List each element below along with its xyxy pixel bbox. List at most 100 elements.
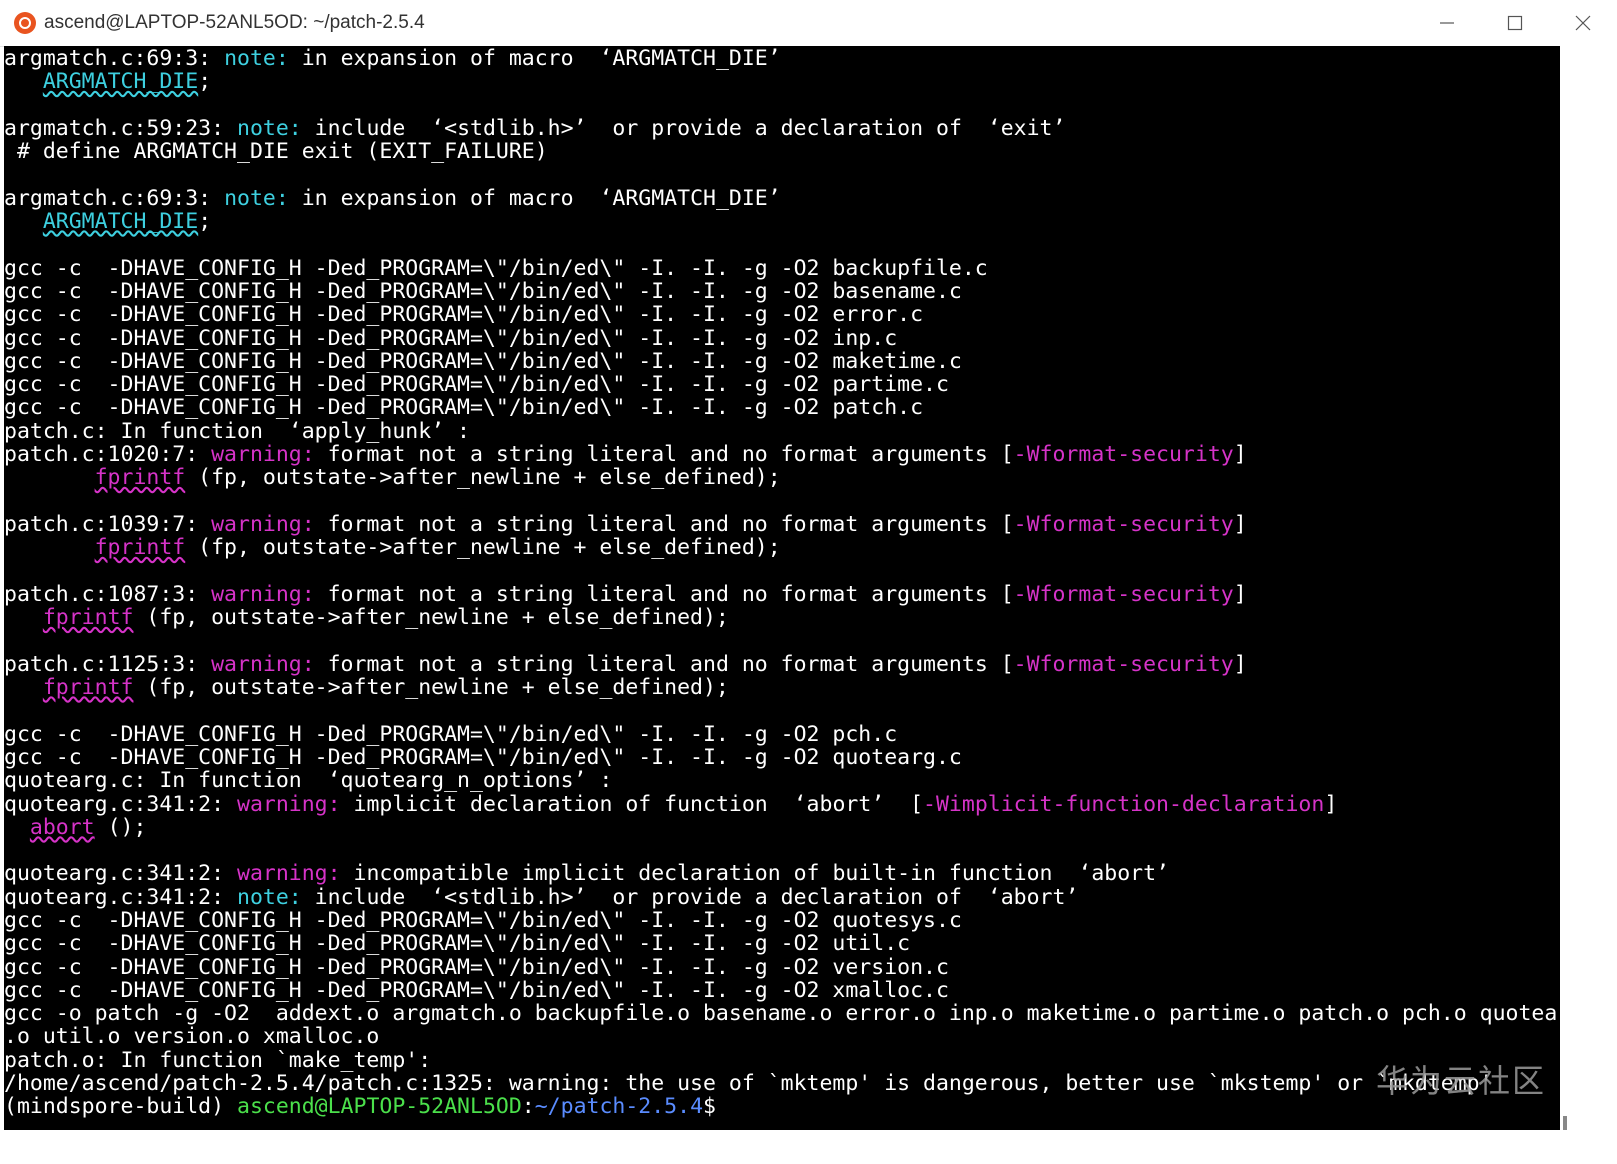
terminal-text-segment: format not a string literal and no forma… [314,581,1014,607]
terminal-text-segment: gcc -c -DHAVE_CONFIG_H -Ded_PROGRAM=\"/b… [4,744,962,770]
terminal-line: gcc -c -DHAVE_CONFIG_H -Ded_PROGRAM=\"/b… [4,954,1560,980]
terminal-text-segment: fprintf [94,535,186,561]
watermark-text: 华为云社区 [1376,1062,1547,1100]
terminal-text-segment: gcc -c -DHAVE_CONFIG_H -Ded_PROGRAM=\"/b… [4,954,949,980]
terminal-text-segment: ] [1233,581,1247,607]
terminal-text-segment: gcc -c -DHAVE_CONFIG_H -Ded_PROGRAM=\"/b… [4,931,911,957]
terminal-text-segment: -Wformat-security [1013,581,1234,607]
terminal-line: argmatch.c:69:3: note: in expansion of m… [4,47,1560,70]
title-bar[interactable]: ascend@LAPTOP-52ANL5OD: ~/patch-2.5.4 [0,0,1617,47]
terminal-text-segment: ] [1233,511,1247,537]
terminal-text-segment: warning: [237,861,341,887]
terminal-text-segment: argmatch.c:69:3: [4,185,225,211]
terminal-text-segment: gcc -c -DHAVE_CONFIG_H -Ded_PROGRAM=\"/b… [4,395,924,421]
terminal-line: gcc -c -DHAVE_CONFIG_H -Ded_PROGRAM=\"/b… [4,722,1560,746]
terminal-text-segment: ] [1324,791,1338,817]
terminal-line: gcc -c -DHAVE_CONFIG_H -Ded_PROGRAM=\"/b… [4,280,1560,303]
terminal-text-segment: ARGMATCH_DIE [42,69,199,95]
terminal-text-segment: gcc -c -DHAVE_CONFIG_H -Ded_PROGRAM=\"/b… [4,278,962,304]
terminal-line: gcc -c -DHAVE_CONFIG_H -Ded_PROGRAM=\"/b… [4,325,1560,351]
terminal-text-segment: in expansion of macro ‘ARGMATCH_DIE’ [288,185,781,211]
terminal-text-segment: ] [1233,442,1247,468]
terminal-line: gcc -c -DHAVE_CONFIG_H -Ded_PROGRAM=\"/b… [4,979,1560,1002]
terminal-text-segment: argmatch.c:69:3: [4,46,225,71]
terminal-text-segment: patch.c: In function ‘apply_hunk’ : [4,418,470,444]
terminal-text-segment: fprintf [42,675,134,701]
window-bottom-border [0,1130,1617,1164]
terminal-line: (mindspore-build) ascend@LAPTOP-52ANL5OD… [4,1095,1560,1118]
terminal-text-segment: -Wformat-security [1013,511,1234,537]
terminal-line: gcc -c -DHAVE_CONFIG_H -Ded_PROGRAM=\"/b… [4,909,1560,932]
terminal-line: quotearg.c:341:2: warning: incompatible … [4,862,1560,885]
terminal-text-segment: note: [224,46,289,71]
terminal-text-segment: gcc -c -DHAVE_CONFIG_H -Ded_PROGRAM=\"/b… [4,325,898,351]
terminal-text-segment: gcc -o patch -g -O2 addext.o argmatch.o … [4,1001,1560,1027]
maximize-button[interactable] [1481,0,1549,46]
terminal-line: quotearg.c:341:2: note: include ‘<stdlib… [4,886,1560,909]
minimize-icon [1440,22,1454,24]
terminal-text-segment: incompatible implicit declaration of bui… [340,861,1169,887]
terminal-text-segment: format not a string literal and no forma… [314,511,1014,537]
terminal-lines: argmatch.c:69:3: note: in expansion of m… [4,47,1560,1119]
terminal-line: ARGMATCH_DIE; [4,70,1560,93]
terminal-line: # define ARGMATCH_DIE exit (EXIT_FAILURE… [4,140,1560,163]
terminal-text-segment: : [521,1094,535,1120]
terminal-line: gcc -c -DHAVE_CONFIG_H -Ded_PROGRAM=\"/b… [4,350,1560,373]
terminal-line: fprintf (fp, outstate->after_newline + e… [4,466,1560,489]
terminal-line: gcc -c -DHAVE_CONFIG_H -Ded_PROGRAM=\"/b… [4,257,1560,280]
terminal-text-segment: warning: [211,581,315,607]
terminal-line: /home/ascend/patch-2.5.4/patch.c:1325: w… [4,1072,1560,1095]
terminal-line: abort (); [4,816,1560,839]
terminal-text-segment: patch.c:1039:7: [4,511,212,537]
minimize-button[interactable] [1413,0,1481,46]
terminal-text-segment: (); [94,814,147,840]
close-button[interactable] [1549,0,1617,46]
terminal-text-segment: argmatch.c:59:23: [4,115,237,141]
terminal-text-segment: (fp, outstate->after_newline + else_defi… [133,605,729,631]
terminal-line: gcc -o patch -g -O2 addext.o argmatch.o … [4,1002,1560,1025]
terminal-text-segment: quotearg.c:341:2: [4,861,237,887]
terminal-window: ascend@LAPTOP-52ANL5OD: ~/patch-2.5.4 ar… [0,0,1617,1164]
terminal-text-segment: quotearg.c:341:2: [4,884,237,910]
terminal-line: quotearg.c:341:2: warning: implicit decl… [4,791,1560,817]
terminal-line: patch.c:1087:3: warning: format not a st… [4,583,1560,606]
terminal-text-segment: note: [224,185,289,211]
terminal-line: gcc -c -DHAVE_CONFIG_H -Ded_PROGRAM=\"/b… [4,746,1560,769]
terminal-text-segment: patch.o: In function `make_temp': [4,1047,432,1073]
terminal-line: argmatch.c:59:23: note: include ‘<stdlib… [4,117,1560,140]
terminal-text-segment: warning: [211,651,315,677]
terminal-line: fprintf (fp, outstate->after_newline + e… [4,536,1560,559]
terminal-text-segment: ; [198,209,212,235]
terminal-text-segment: (mindspore-build) [4,1094,237,1120]
terminal-output[interactable]: argmatch.c:69:3: note: in expansion of m… [4,46,1560,1130]
terminal-text-segment: format not a string literal and no forma… [314,651,1014,677]
terminal-line: quotearg.c: In function ‘quotearg_n_opti… [4,769,1560,792]
terminal-text-segment: patch.c:1020:7: [4,442,212,468]
scrollbar[interactable] [1560,46,1617,1146]
terminal-text-segment: include ‘<stdlib.h>’ or provide a declar… [301,115,1066,141]
window-title: ascend@LAPTOP-52ANL5OD: ~/patch-2.5.4 [44,12,425,33]
close-icon [1575,15,1591,31]
terminal-line: patch.o: In function `make_temp': [4,1049,1560,1072]
terminal-text-segment: warning: [211,442,315,468]
terminal-line: patch.c:1039:7: warning: format not a st… [4,513,1560,536]
window-controls [1413,0,1617,46]
terminal-text-segment: -Wformat-security [1013,651,1234,677]
terminal-line: fprintf (fp, outstate->after_newline + e… [4,676,1560,699]
maximize-icon [1507,15,1523,31]
terminal-line: gcc -c -DHAVE_CONFIG_H -Ded_PROGRAM=\"/b… [4,373,1560,396]
terminal-text-segment: ~/patch-2.5.4 [534,1094,704,1120]
terminal-line: argmatch.c:69:3: note: in expansion of m… [4,187,1560,210]
